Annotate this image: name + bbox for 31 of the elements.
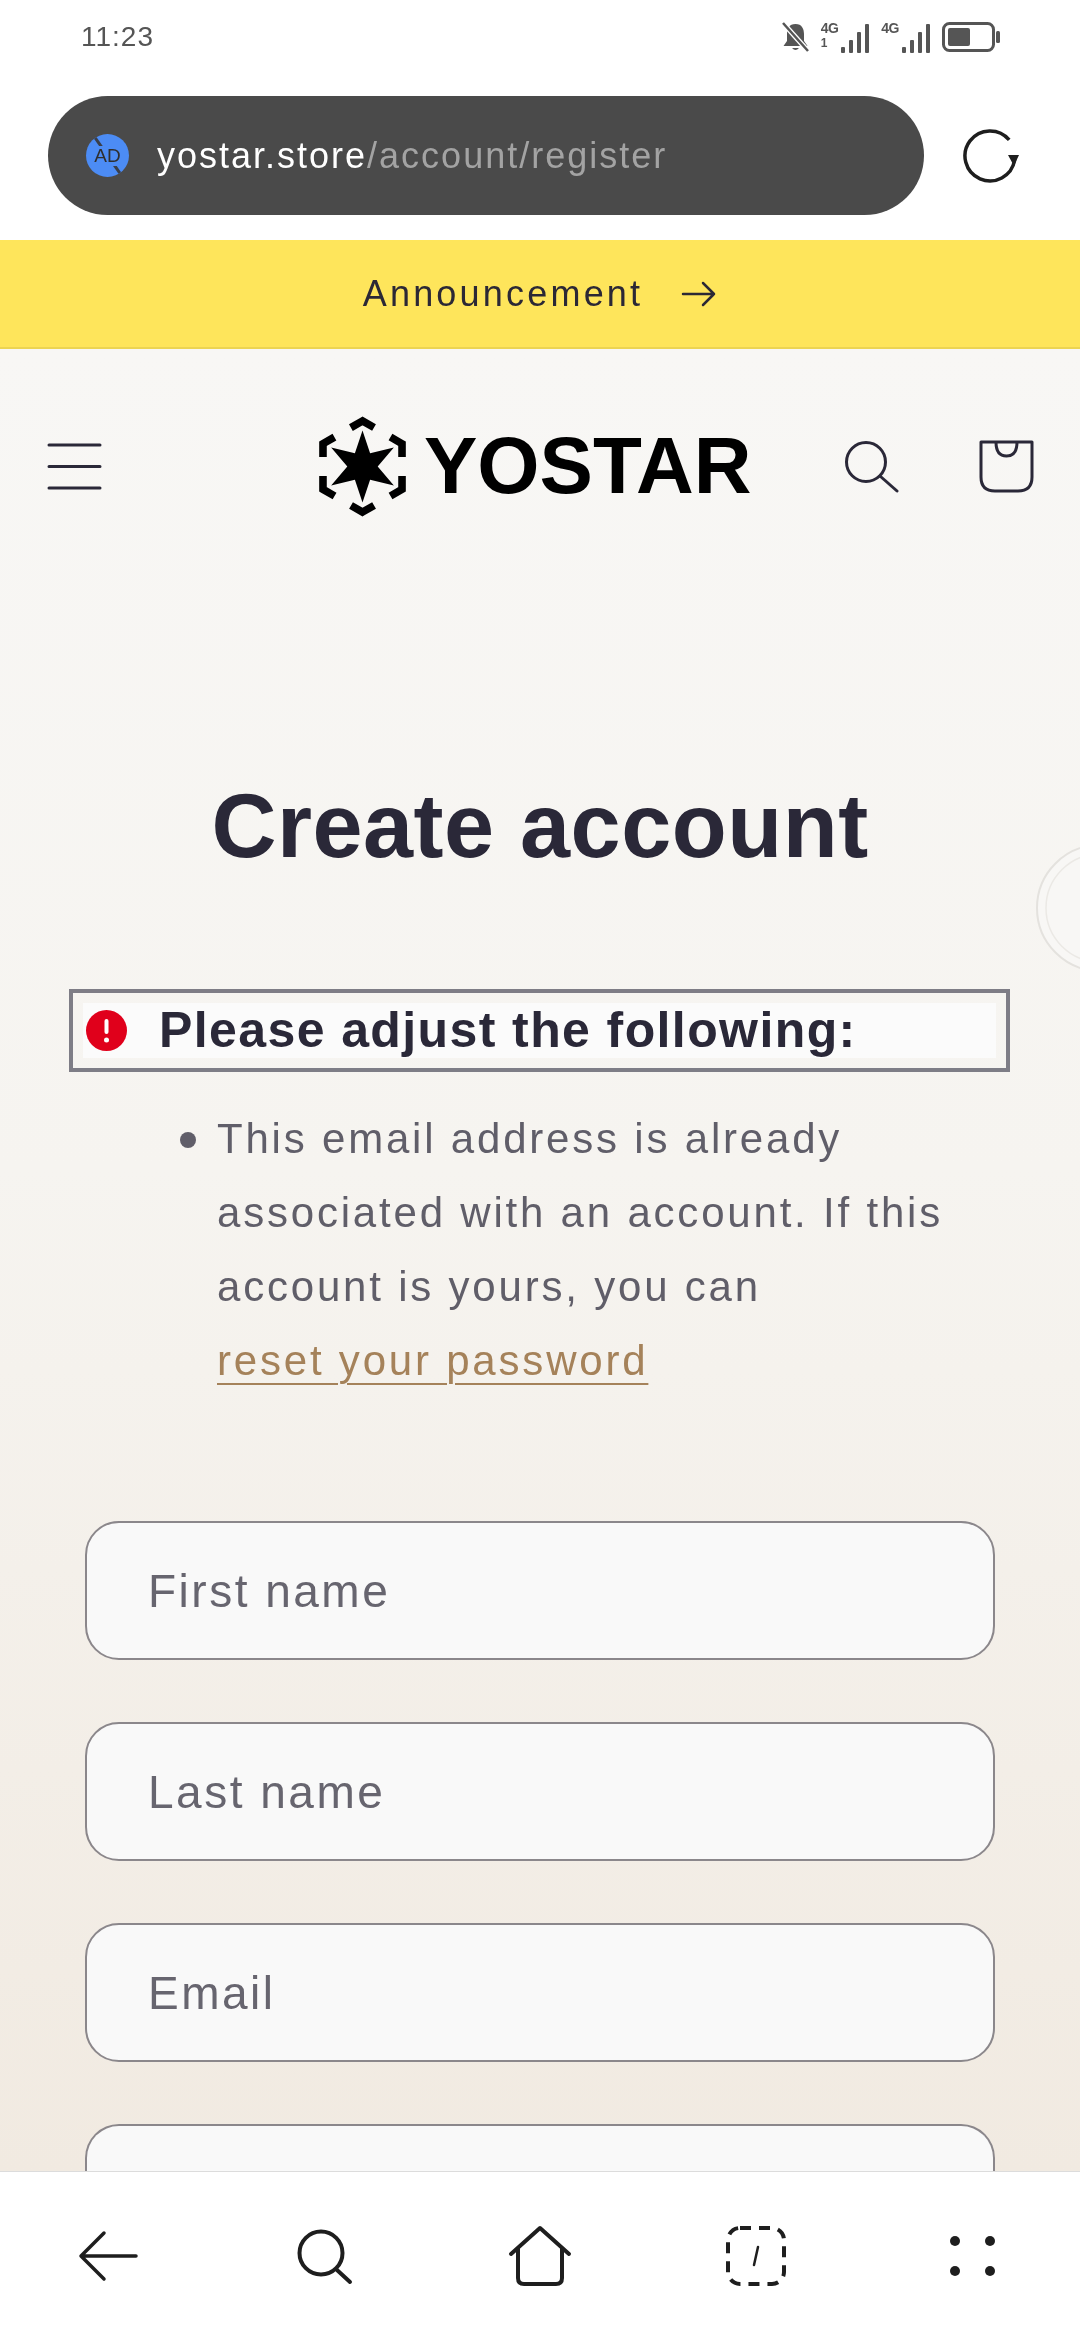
error-heading: Please adjust the following: <box>159 1003 857 1058</box>
back-arrow-icon[interactable] <box>78 2228 138 2284</box>
bell-off-icon <box>780 21 810 53</box>
ad-badge[interactable]: AD <box>86 134 129 177</box>
error-message: This email address is already associated with an account. If this account is yours, you can reset your password <box>217 1114 944 1386</box>
signal-icon <box>901 23 931 53</box>
network-type-label: 4G <box>820 21 839 36</box>
address-bar[interactable]: AD yostar.store/account/register <box>48 96 924 215</box>
text-field[interactable]: Email <box>85 1923 995 2062</box>
shopping-bag-icon[interactable] <box>978 438 1035 494</box>
sim-slot-label: 1 <box>820 36 829 50</box>
reload-icon[interactable] <box>961 126 1019 186</box>
search-icon[interactable] <box>844 439 900 493</box>
battery-icon <box>942 22 1001 52</box>
text-field[interactable]: Last name <box>85 1722 995 1861</box>
status-time: 11:23 <box>81 21 154 53</box>
arrow-right-icon[interactable] <box>681 280 718 307</box>
menu-icon[interactable] <box>47 442 102 490</box>
logo-text[interactable]: YOSTAR <box>424 426 752 506</box>
search-icon[interactable] <box>295 2227 353 2285</box>
text-field[interactable]: First name <box>85 1521 995 1660</box>
page-title: Create account <box>210 775 870 878</box>
bullet-icon <box>180 1132 196 1148</box>
error-icon <box>86 1010 127 1051</box>
signal-icon <box>840 23 871 53</box>
announcement-link[interactable]: Announcement <box>362 272 644 315</box>
home-icon[interactable] <box>508 2225 572 2287</box>
dots-menu-icon[interactable] <box>949 2236 995 2276</box>
network-type-label: 4G <box>881 21 899 36</box>
text-field[interactable] <box>85 2124 995 2171</box>
dashed-square-icon[interactable] <box>725 2225 787 2287</box>
